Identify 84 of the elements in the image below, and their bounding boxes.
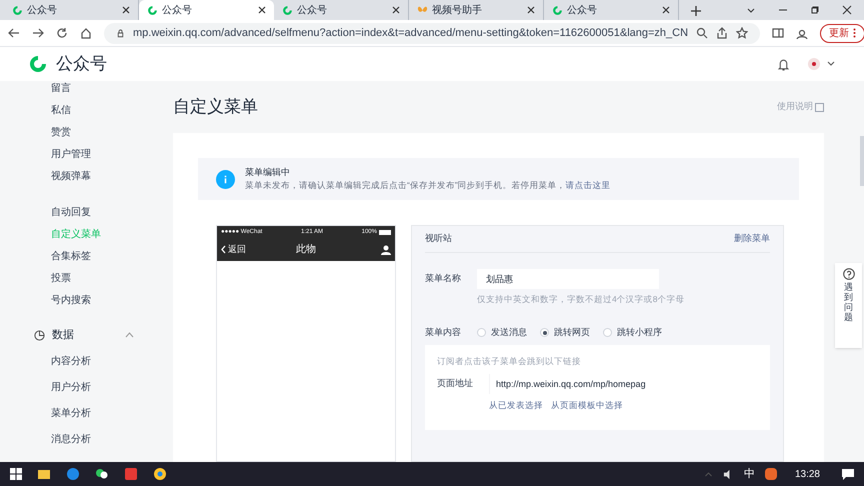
notice-text: 菜单未发布，请确认菜单编辑完成后点击“保存并发布”同步到手机。若停用菜单， [245, 179, 566, 192]
scrollbar [860, 136, 864, 186]
sidebar-item[interactable]: 合集标签 [51, 245, 170, 267]
notice-title: 菜单编辑中 [245, 166, 291, 179]
browser-icon[interactable] [66, 467, 80, 481]
more-icon [853, 28, 856, 38]
folder-icon[interactable] [37, 467, 51, 481]
sidebar-item[interactable]: 用户分析 [51, 376, 170, 399]
sidebar-item[interactable]: 私信 [51, 99, 170, 121]
page-title: 自定义菜单 [173, 96, 258, 118]
field-label: 菜单内容 [425, 326, 462, 339]
sidebar-icon[interactable] [772, 27, 784, 39]
close-icon[interactable] [122, 6, 130, 14]
back-icon[interactable] [8, 27, 20, 39]
radio-option[interactable]: 跳转网页 [540, 326, 590, 340]
field-hint: 仅支持中英文和数字，字数不超过4个汉字或8个字母 [477, 293, 686, 306]
close-icon[interactable] [662, 6, 670, 14]
update-button[interactable]: 更新 [820, 24, 864, 42]
info-icon [216, 170, 235, 188]
person-icon[interactable] [381, 244, 391, 254]
sidebar-item[interactable]: 菜单分析 [51, 402, 170, 425]
close-icon[interactable] [842, 5, 852, 15]
help-text: 遇到问题 [844, 283, 853, 323]
forward-icon[interactable] [32, 27, 44, 39]
address-bar[interactable]: mp.weixin.qq.com/advanced/selfmenu?action=index&t=advanced/menu-setting&token=1162600051&lang=zh_CN [104, 22, 760, 44]
sidebar-item[interactable]: 用户管理 [51, 143, 170, 165]
lock-icon[interactable] [116, 28, 125, 38]
chat-icon[interactable] [95, 467, 109, 481]
logo-icon [282, 4, 293, 16]
close-icon[interactable] [258, 6, 266, 14]
help-icon [842, 268, 854, 280]
logo-icon [552, 4, 563, 16]
sidebar-item[interactable]: 留言 [51, 81, 170, 99]
bell-icon[interactable] [777, 58, 790, 70]
choice-link[interactable]: 从已发表选择 [489, 398, 543, 412]
close-icon[interactable] [392, 6, 400, 14]
radio-option[interactable]: 发送消息 [477, 326, 527, 340]
back-link[interactable]: 返回 [228, 242, 246, 256]
sidebar-item[interactable]: 内容分析 [51, 350, 170, 373]
sidebar-item[interactable]: 赞赏 [51, 121, 170, 143]
chart-icon [34, 330, 45, 340]
radio-button[interactable] [540, 328, 549, 338]
field-label: 页面地址 [437, 376, 474, 390]
sidebar-item[interactable]: 消息分析 [51, 428, 170, 451]
field-label: 菜单名称 [425, 272, 462, 286]
new-tab-icon[interactable] [691, 6, 701, 16]
sidebar-item[interactable]: 投票 [51, 267, 170, 289]
sidebar-item[interactable]: 号内搜索 [51, 289, 170, 311]
editor-title: 视听站 [425, 232, 452, 246]
profile-icon[interactable] [796, 27, 808, 39]
phone-title: 此物 [295, 242, 317, 257]
sidebar-item[interactable]: 视频弹幕 [51, 165, 170, 187]
radio-button[interactable] [477, 328, 486, 338]
share-icon[interactable] [716, 27, 728, 39]
help-float-button[interactable]: 遇到问题 [835, 263, 862, 348]
delete-link[interactable]: 删除菜单 [734, 232, 770, 246]
logo-icon [28, 54, 48, 74]
document-icon [815, 102, 824, 112]
battery-icon [378, 230, 391, 234]
radio-option[interactable]: 跳转小程序 [603, 326, 662, 340]
radio-button[interactable] [603, 328, 612, 338]
logo-text: 公众号 [56, 53, 107, 76]
reload-icon[interactable] [56, 27, 68, 39]
caret-icon[interactable] [125, 332, 134, 338]
link-hint: 订阅者点击该子菜单会跳到以下链接 [437, 354, 582, 368]
ime-indicator[interactable]: 中 [744, 466, 755, 482]
browser-tab[interactable]: 公众号 [139, 0, 274, 20]
clock[interactable]: 13:28 [794, 466, 820, 482]
logo-icon [147, 4, 158, 16]
star-icon[interactable] [736, 27, 748, 39]
choice-link[interactable]: 从页面模板中选择 [551, 398, 623, 412]
menu-name-field[interactable]: 划品惠 [477, 269, 659, 289]
sidebar-item[interactable]: 自动回复 [51, 201, 170, 223]
close-icon[interactable] [527, 6, 535, 14]
restore-icon[interactable] [810, 5, 820, 15]
notification-icon[interactable] [842, 468, 854, 480]
windows-icon[interactable] [10, 468, 22, 480]
logo-icon [12, 4, 23, 16]
input-method-icon[interactable] [764, 468, 777, 480]
sidebar-group[interactable]: 数据 [52, 326, 74, 344]
home-icon[interactable] [80, 27, 92, 39]
avatar-icon[interactable] [806, 56, 836, 72]
notice-link[interactable]: 请点击这里 [566, 179, 611, 192]
zoom-icon[interactable] [696, 27, 708, 39]
